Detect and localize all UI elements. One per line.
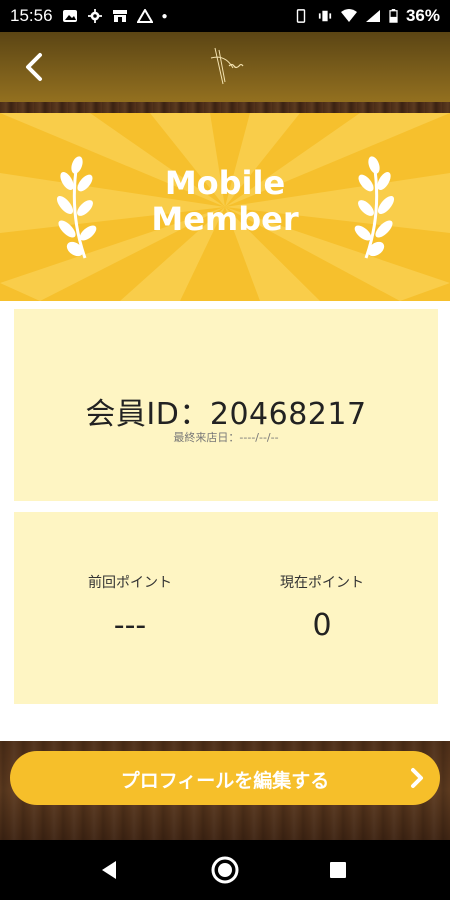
current-points-value: 0: [312, 608, 332, 643]
dot-icon: ●: [161, 10, 168, 22]
member-id-card: 会員ID：20468217 最終来店日：----/--/--: [14, 309, 438, 501]
recents-square-icon[interactable]: [322, 854, 354, 886]
previous-points-value: ---: [113, 608, 147, 643]
points-card: 前回ポイント --- 現在ポイント 0: [14, 512, 438, 704]
system-nav-bar: [0, 840, 450, 900]
rotate-icon: [296, 9, 306, 23]
previous-points-label: 前回ポイント: [88, 575, 172, 591]
last-visit-date: 最終来店日：----/--/--: [173, 431, 279, 444]
chevron-right-icon: [411, 768, 423, 788]
vibrate-icon: [318, 10, 332, 22]
gear-icon: [87, 9, 102, 23]
chevron-left-icon[interactable]: [18, 50, 52, 84]
laurel-right-icon: [354, 156, 395, 259]
edit-profile-label: プロフィールを編集する: [120, 770, 330, 792]
edit-profile-button[interactable]: プロフィールを編集する: [10, 751, 440, 805]
current-points-label: 現在ポイント: [280, 575, 364, 591]
battery-icon: [389, 9, 398, 23]
image-icon: [62, 10, 77, 22]
wifi-icon: [340, 9, 357, 22]
signal-icon: [365, 10, 380, 22]
logo-icon: [210, 47, 244, 85]
back-triangle-icon[interactable]: [94, 854, 126, 886]
status-bar: 15:56 ● 36%: [0, 0, 450, 32]
home-circle-icon[interactable]: [209, 854, 241, 886]
previous-points: 前回ポイント ---: [30, 572, 230, 643]
wood-divider: [0, 102, 450, 113]
app-header: [0, 32, 450, 102]
current-points: 現在ポイント 0: [222, 572, 422, 643]
mobile-member-banner: Mobile Member: [0, 113, 450, 301]
member-content: 会員ID：20468217 最終来店日：----/--/-- 前回ポイント --…: [0, 301, 450, 741]
drive-icon: [136, 9, 153, 23]
store-icon: [112, 10, 127, 22]
member-id: 会員ID：20468217: [85, 397, 367, 432]
battery-percent: 36%: [405, 6, 440, 25]
status-time: 15:56: [10, 6, 53, 25]
